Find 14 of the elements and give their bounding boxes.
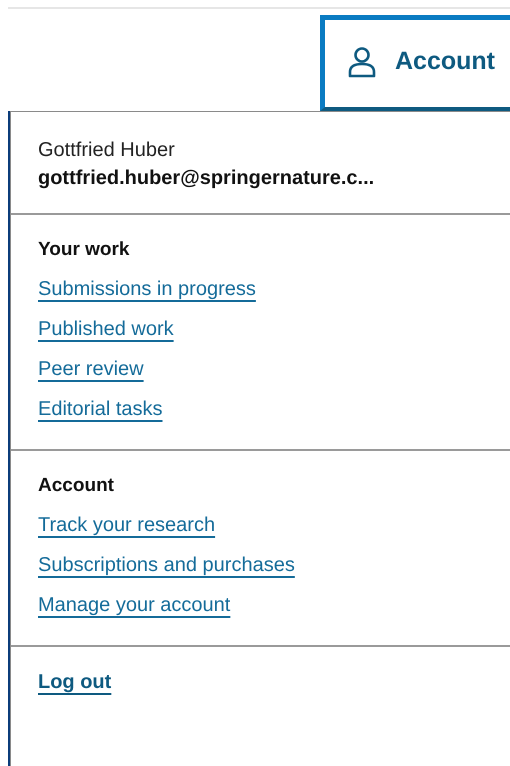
account-button[interactable]: Account bbox=[320, 15, 510, 111]
section-heading: Account bbox=[38, 475, 114, 497]
menu-link[interactable]: Editorial tasks bbox=[38, 398, 162, 421]
menu-link[interactable]: Peer review bbox=[38, 358, 144, 381]
menu-link[interactable]: Track your research bbox=[38, 514, 216, 537]
user-name: Gottfried Huber bbox=[38, 139, 175, 162]
section-heading: Your work bbox=[38, 239, 130, 261]
user-email: gottfried.huber@springernature.c... bbox=[38, 167, 374, 190]
menu-link[interactable]: Subscriptions and purchases bbox=[38, 554, 295, 577]
menu-link[interactable]: Submissions in progress bbox=[38, 278, 256, 301]
log-out-link[interactable]: Log out bbox=[38, 671, 112, 694]
menu-link[interactable]: Manage your account bbox=[38, 594, 230, 617]
menu-link[interactable]: Published work bbox=[38, 318, 174, 341]
user-icon bbox=[347, 46, 377, 78]
